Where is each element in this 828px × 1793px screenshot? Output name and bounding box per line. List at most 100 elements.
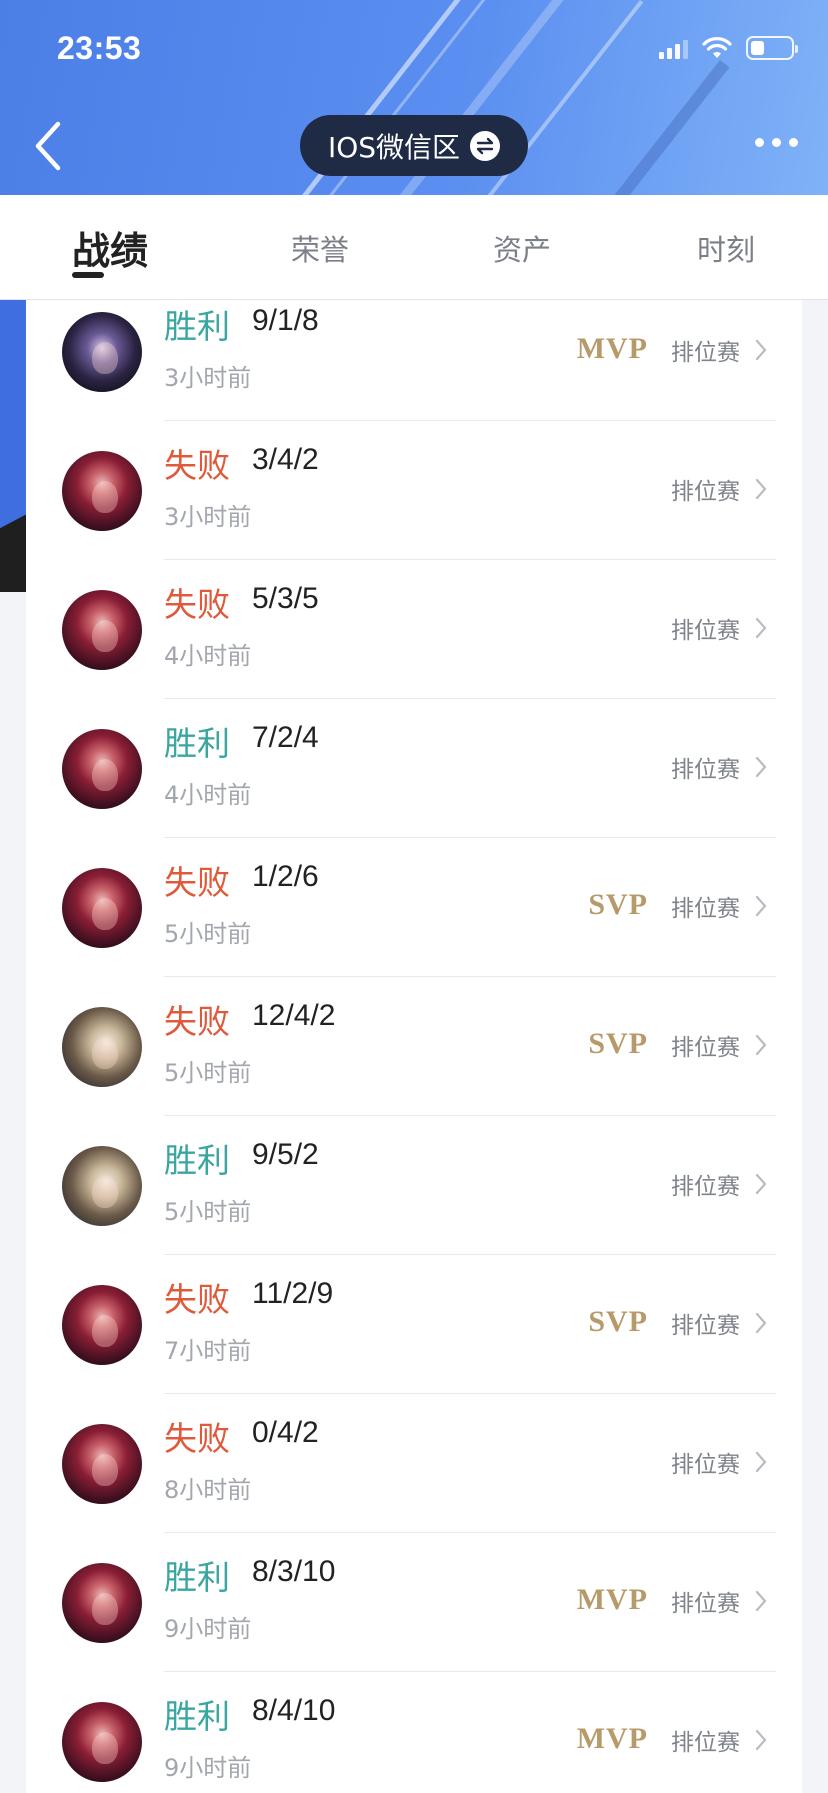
match-time: 4小时前 (164, 781, 252, 809)
match-kda: 11/2/9 (252, 1277, 334, 1310)
match-time: 5小时前 (164, 920, 252, 948)
battery-icon (746, 36, 798, 60)
match-row[interactable]: 胜利 7/2/4 4小时前 排位赛 (26, 699, 802, 838)
hero-avatar (62, 451, 142, 531)
match-result: 失败 (164, 1002, 230, 1041)
chevron-right-icon (755, 1312, 767, 1334)
match-result: 失败 (164, 585, 230, 624)
hero-avatar (62, 1563, 142, 1643)
performance-badge: SVP (588, 1027, 648, 1060)
match-kda: 12/4/2 (252, 999, 336, 1032)
hero-avatar (62, 312, 142, 392)
chevron-right-icon (755, 617, 767, 639)
dot-icon (755, 138, 764, 147)
match-result: 失败 (164, 1419, 230, 1458)
match-mode: 排位赛 (671, 479, 740, 505)
match-mode: 排位赛 (671, 1313, 740, 1339)
more-options-button[interactable] (755, 138, 798, 147)
match-time: 7小时前 (164, 1337, 252, 1365)
chevron-right-icon (755, 1590, 767, 1612)
match-mode: 排位赛 (671, 1730, 740, 1756)
match-time: 3小时前 (164, 503, 252, 531)
match-kda: 8/3/10 (252, 1555, 336, 1588)
match-time: 3小时前 (164, 364, 252, 392)
match-row[interactable]: 失败 5/3/5 4小时前 排位赛 (26, 560, 802, 699)
signal-icon (659, 37, 688, 59)
swap-icon (470, 130, 501, 161)
match-result: 失败 (164, 446, 230, 485)
match-row[interactable]: 胜利 9/1/8 3小时前 MVP 排位赛 (26, 282, 802, 421)
wifi-icon (702, 37, 732, 58)
status-icons (659, 36, 798, 60)
hero-avatar (62, 868, 142, 948)
chevron-right-icon (755, 756, 767, 778)
chevron-right-icon (755, 1173, 767, 1195)
match-time: 8小时前 (164, 1476, 252, 1504)
match-result: 胜利 (164, 1141, 230, 1180)
header-decoration (596, 60, 730, 195)
match-kda: 7/2/4 (252, 721, 319, 754)
match-time: 9小时前 (164, 1754, 252, 1782)
chevron-right-icon (755, 1034, 767, 1056)
match-result: 失败 (164, 863, 230, 902)
match-time: 5小时前 (164, 1198, 252, 1226)
chevron-right-icon (755, 1729, 767, 1751)
match-mode: 排位赛 (671, 1035, 740, 1061)
performance-badge: MVP (576, 1583, 648, 1616)
status-time: 23:53 (57, 30, 142, 66)
match-result: 胜利 (164, 724, 230, 763)
match-kda: 3/4/2 (252, 443, 319, 476)
chevron-right-icon (755, 339, 767, 361)
hero-avatar (62, 1007, 142, 1087)
performance-badge: MVP (576, 332, 648, 365)
match-result: 胜利 (164, 1558, 230, 1597)
header: 23:53 IOS微信区 (0, 0, 828, 195)
match-kda: 9/5/2 (252, 1138, 319, 1171)
match-kda: 1/2/6 (252, 860, 319, 893)
chevron-right-icon (755, 478, 767, 500)
match-row[interactable]: 失败 12/4/2 5小时前 SVP 排位赛 (26, 977, 802, 1116)
chevron-right-icon (755, 895, 767, 917)
match-kda: 0/4/2 (252, 1416, 319, 1449)
match-result: 胜利 (164, 1697, 230, 1736)
match-mode: 排位赛 (671, 757, 740, 783)
match-mode: 排位赛 (671, 896, 740, 922)
match-list: 胜利 9/1/8 3小时前 MVP 排位赛 失败 3/4/2 3小时前 排位赛 … (26, 300, 802, 1793)
tab-active-indicator (72, 272, 104, 278)
match-row[interactable]: 失败 3/4/2 3小时前 排位赛 (26, 421, 802, 560)
match-mode: 排位赛 (671, 1174, 740, 1200)
performance-badge: SVP (588, 888, 648, 921)
match-row[interactable]: 失败 1/2/6 5小时前 SVP 排位赛 (26, 838, 802, 977)
match-time: 4小时前 (164, 642, 252, 670)
match-time: 5小时前 (164, 1059, 252, 1087)
hero-avatar (62, 1424, 142, 1504)
hero-avatar (62, 1146, 142, 1226)
match-row[interactable]: 失败 11/2/9 7小时前 SVP 排位赛 (26, 1255, 802, 1394)
match-kda: 5/3/5 (252, 582, 319, 615)
match-mode: 排位赛 (671, 1452, 740, 1478)
region-switch-button[interactable]: IOS微信区 (300, 115, 528, 176)
dot-icon (772, 138, 781, 147)
dot-icon (789, 138, 798, 147)
match-mode: 排位赛 (671, 340, 740, 366)
match-row[interactable]: 胜利 8/4/10 9小时前 MVP 排位赛 (26, 1672, 802, 1793)
hero-avatar (62, 1285, 142, 1365)
match-result: 胜利 (164, 307, 230, 346)
match-row[interactable]: 失败 0/4/2 8小时前 排位赛 (26, 1394, 802, 1533)
hero-avatar (62, 590, 142, 670)
performance-badge: MVP (576, 1722, 648, 1755)
chevron-right-icon (755, 1451, 767, 1473)
match-row[interactable]: 胜利 8/3/10 9小时前 MVP 排位赛 (26, 1533, 802, 1672)
hero-avatar (62, 729, 142, 809)
match-time: 9小时前 (164, 1615, 252, 1643)
match-kda: 9/1/8 (252, 304, 319, 337)
match-mode: 排位赛 (671, 1591, 740, 1617)
hero-avatar (62, 1702, 142, 1782)
match-kda: 8/4/10 (252, 1694, 336, 1727)
match-mode: 排位赛 (671, 618, 740, 644)
match-result: 失败 (164, 1280, 230, 1319)
back-button[interactable] (30, 118, 70, 174)
performance-badge: SVP (588, 1305, 648, 1338)
match-row[interactable]: 胜利 9/5/2 5小时前 排位赛 (26, 1116, 802, 1255)
region-label: IOS微信区 (327, 130, 461, 164)
